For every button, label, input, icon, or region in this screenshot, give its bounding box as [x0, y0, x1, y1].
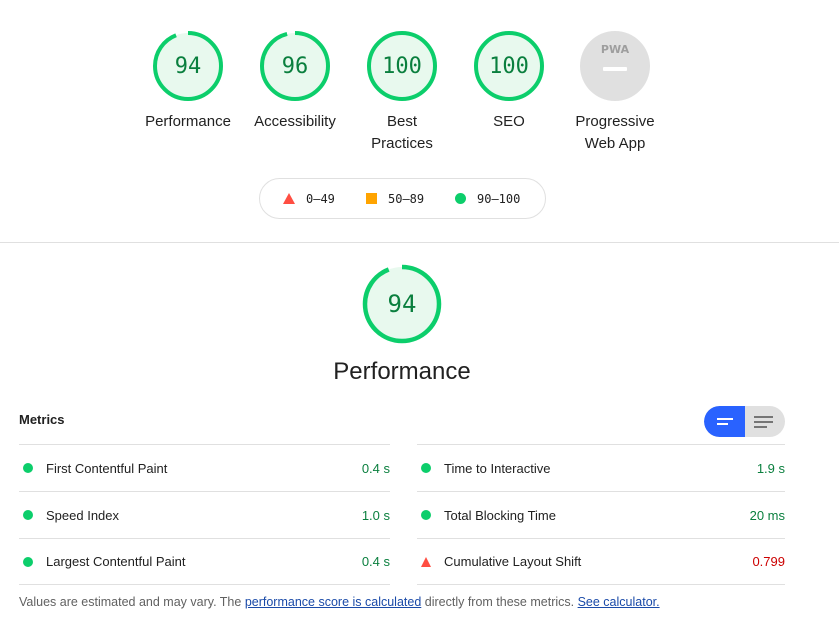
legend-average-label: 50–89	[388, 191, 425, 206]
metric-speed-index: Speed Index 1.0 s	[19, 491, 390, 538]
gauge-label-line: Practices	[371, 135, 433, 152]
gauge-pwa[interactable]: PWA Progressive Web App	[560, 30, 670, 155]
metric-value: 0.4 s	[361, 460, 390, 476]
metric-time-to-interactive: Time to Interactive 1.9 s	[417, 444, 785, 491]
pass-circle-icon	[421, 463, 431, 473]
metrics-footnote: Values are estimated and may vary. The p…	[19, 595, 660, 609]
performance-score: 94	[388, 290, 417, 318]
gauge-label-line: SEO	[493, 113, 525, 130]
score-calculated-link[interactable]: performance score is calculated	[245, 595, 421, 609]
gauge-label: Performance	[133, 111, 243, 133]
metrics-view-toggle[interactable]	[704, 406, 785, 437]
gauge-score: 100	[382, 54, 422, 79]
score-legend: 0–49 50–89 90–100	[259, 178, 546, 219]
legend-average: 50–89	[366, 179, 424, 218]
metric-largest-contentful-paint: Largest Contentful Paint 0.4 s	[19, 538, 390, 585]
gauge-label-line: Best	[386, 113, 417, 130]
gauge-score: 96	[282, 54, 309, 79]
performance-gauge: 94	[362, 264, 442, 344]
pwa-icon-text: PWA	[601, 43, 630, 56]
gauge-label: Best Practices	[347, 111, 457, 155]
metric-cumulative-layout-shift: Cumulative Layout Shift 0.799	[417, 538, 785, 585]
metric-value: 0.799	[752, 554, 785, 569]
metric-first-contentful-paint: First Contentful Paint 0.4 s	[19, 444, 390, 491]
gauge-performance[interactable]: 94 Performance	[133, 30, 243, 133]
gauge-label-line: Web App	[584, 135, 646, 152]
metric-name: Speed Index	[46, 507, 120, 523]
performance-title: Performance	[333, 358, 471, 385]
gauge-label-line: Progressive	[575, 113, 655, 130]
category-gauges: 94 Performance 96 Accessibility 100 Best…	[0, 30, 839, 160]
metric-value: 1.9 s	[756, 460, 785, 476]
circle-icon	[455, 193, 466, 204]
pass-circle-icon	[23, 463, 33, 473]
compact-view-button[interactable]	[704, 406, 745, 437]
fail-triangle-icon	[421, 556, 431, 567]
gauge-seo[interactable]: 100 SEO	[454, 30, 564, 133]
gauge-ring: 100	[367, 31, 437, 101]
footnote-text: directly from these metrics.	[421, 595, 578, 609]
footnote-text: Values are estimated and may vary. The	[19, 595, 245, 609]
legend-fail-label: 0–49	[306, 191, 335, 206]
expanded-view-button[interactable]	[745, 406, 785, 437]
triangle-icon	[283, 193, 295, 204]
see-calculator-link[interactable]: See calculator.	[578, 595, 660, 609]
metric-name: Time to Interactive	[444, 460, 551, 476]
metric-name: Cumulative Layout Shift	[444, 554, 582, 569]
legend-pass: 90–100	[455, 179, 520, 218]
section-divider	[0, 242, 839, 243]
metric-name: First Contentful Paint	[46, 460, 168, 476]
metrics-heading: Metrics	[19, 412, 65, 427]
square-icon	[366, 193, 377, 204]
metric-total-blocking-time: Total Blocking Time 20 ms	[417, 491, 785, 538]
gauge-ring: 100	[474, 31, 544, 101]
legend-pass-label: 90–100	[477, 191, 521, 206]
metrics-right-column: Time to Interactive 1.9 s Total Blocking…	[417, 444, 785, 585]
metric-name: Largest Contentful Paint	[46, 554, 186, 569]
metric-value: 0.4 s	[361, 554, 390, 569]
gauge-ring: 94	[153, 31, 223, 101]
gauge-label: SEO	[454, 111, 564, 133]
gauge-label-line: Accessibility	[254, 113, 336, 130]
metrics-left-column: First Contentful Paint 0.4 s Speed Index…	[19, 444, 390, 585]
metric-name: Total Blocking Time	[444, 507, 556, 523]
gauge-label-line: Performance	[145, 113, 231, 130]
pass-circle-icon	[23, 510, 33, 520]
pass-circle-icon	[421, 510, 431, 520]
gauge-accessibility[interactable]: 96 Accessibility	[240, 30, 350, 133]
gauge-label: Accessibility	[240, 111, 350, 133]
pwa-icon: PWA	[580, 31, 650, 101]
metric-value: 1.0 s	[361, 507, 390, 523]
gauge-score: 94	[175, 54, 202, 79]
pass-circle-icon	[23, 556, 33, 567]
na-dash-icon	[603, 67, 627, 71]
legend-fail: 0–49	[283, 179, 335, 218]
gauge-score: 100	[489, 54, 529, 79]
gauge-ring: 96	[260, 31, 330, 101]
gauge-best-practices[interactable]: 100 Best Practices	[347, 30, 457, 155]
gauge-ring: 94	[362, 264, 442, 344]
metric-value: 20 ms	[749, 507, 785, 523]
gauge-label: Progressive Web App	[560, 111, 670, 155]
